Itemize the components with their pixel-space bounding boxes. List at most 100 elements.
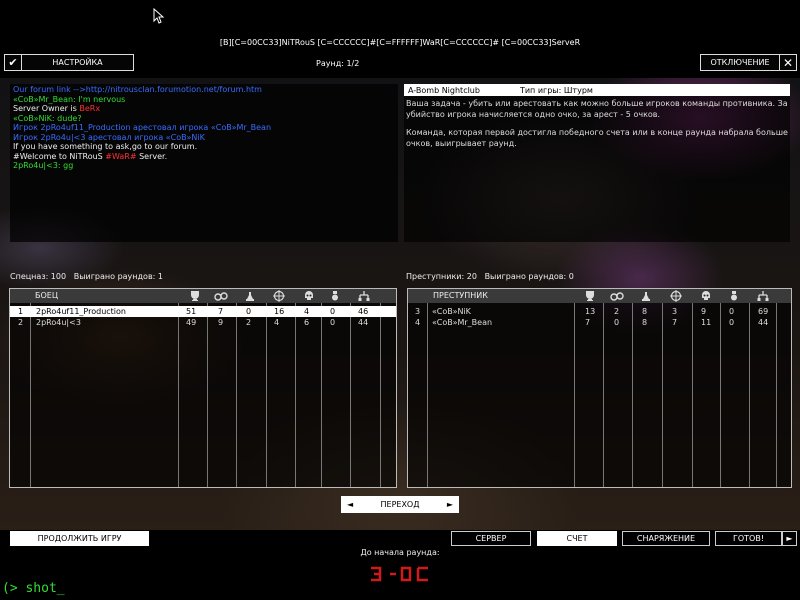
player-stat-s6: 0 (729, 307, 735, 316)
player-number: 4 (415, 318, 421, 327)
chat-segment: 2pRo4u|<3: gg (13, 161, 74, 170)
player-stat-s5: 4 (304, 307, 310, 316)
crosshair-icon[interactable] (272, 290, 286, 302)
switch-team-button[interactable]: ◄ ПЕРЕХОД ► (341, 496, 459, 513)
checkmark-icon: ✔ (5, 55, 22, 70)
player-stat-ping: 69 (758, 307, 769, 316)
chat-line: «CoB»Mr_Bean: I'm nervous (13, 95, 395, 105)
column-divider (321, 303, 322, 487)
chess-piece-icon[interactable] (639, 290, 653, 302)
player-stat-s4: 4 (274, 318, 280, 327)
server-tab-button[interactable]: СЕРВЕР (451, 531, 531, 546)
scoreboard-header: ПРЕСТУПНИК (408, 289, 791, 303)
team-left-summary: Спецназ: 100 Выиграно раундов: 1 (10, 272, 163, 281)
chat-segment: «CoB»NiK: dude? (13, 113, 82, 123)
column-divider (692, 303, 693, 487)
handcuffs-icon[interactable] (214, 290, 228, 302)
column-divider (207, 303, 208, 487)
chess-piece-icon[interactable] (243, 290, 257, 302)
score-tab-button[interactable]: СЧЕТ (537, 531, 617, 546)
close-icon[interactable]: ✕ (779, 55, 796, 70)
next-arrow-icon[interactable]: ► (447, 500, 453, 509)
column-divider (574, 303, 575, 487)
skull-icon[interactable] (699, 290, 713, 302)
server-title: [B][C=00CC33]NiTRouS [C=CCCCCC]#[C=FFFFF… (219, 38, 581, 47)
skull-icon[interactable] (302, 290, 316, 302)
player-row[interactable]: 3 «CoB»NiK 13 2 8 3 9 0 69 (408, 306, 791, 317)
scoreboard-right: ПРЕСТУПНИК 3 «CoB»NiK 13 2 8 3 9 0 69 4 «CoB»Mr_Bea… (407, 288, 792, 488)
console-prompt[interactable]: (> shot_ (2, 581, 65, 596)
chat-segment: If you have something to ask,go to our f… (13, 142, 198, 151)
chat-segment: Игрок 2pRo4u|<3 арестовал игрока «CoB»Ni… (13, 132, 205, 142)
network-icon[interactable] (756, 290, 770, 302)
disconnect-label: ОТКЛЮЧЕНИЕ (710, 58, 770, 67)
mouse-cursor-icon (153, 8, 165, 24)
disconnect-button[interactable]: ОТКЛЮЧЕНИЕ ✕ (700, 54, 797, 71)
settings-label: НАСТРОЙКА (52, 58, 103, 67)
player-stat-s2: 9 (218, 318, 224, 327)
switch-team-label: ПЕРЕХОД (380, 500, 420, 509)
map-info-panel: A-Bomb Nightclub Тип игры: Штурм Ваша за… (404, 84, 790, 242)
scoreboard-header: БОЕЦ (10, 289, 396, 303)
trophy-icon[interactable] (188, 290, 202, 302)
player-number: 1 (18, 307, 24, 316)
player-stat-score: 49 (186, 318, 197, 327)
chat-line: #Welcome to NiTRouS #WaR# Server. (13, 152, 395, 162)
crosshair-icon[interactable] (669, 290, 683, 302)
player-stat-score: 13 (585, 307, 596, 316)
player-stat-ping: 46 (358, 307, 369, 316)
team-left-rounds: Выиграно раундов: 1 (73, 272, 163, 281)
player-row[interactable]: 2 2pRo4u|<3 49 9 2 4 6 0 44 (10, 317, 396, 328)
player-name: «CoB»NiK (432, 307, 471, 316)
continue-game-button[interactable]: ПРОДОЛЖИТЬ ИГРУ (10, 531, 149, 546)
team-right-summary: Преступники: 20 Выиграно раундов: 0 (406, 272, 574, 281)
chat-line: Our forum link -->http://nitrousclan.for… (13, 85, 395, 95)
chat-segment: BeRx (79, 104, 101, 113)
ready-arrow-icon[interactable]: ► (782, 531, 797, 546)
chat-segment: #WaR# (105, 151, 137, 161)
equipment-tab-button[interactable]: СНАРЯЖЕНИЕ (622, 531, 710, 546)
team-left-score: Спецназ: 100 (10, 272, 67, 281)
player-stat-ping: 44 (358, 318, 369, 327)
medal-icon[interactable] (727, 290, 741, 302)
scoreboard-title: ПРЕСТУПНИК (433, 291, 488, 300)
medal-icon[interactable] (328, 290, 342, 302)
column-divider (720, 303, 721, 487)
player-stat-s2: 0 (614, 318, 620, 327)
column-divider (178, 303, 179, 487)
scoreboard-title: БОЕЦ (35, 291, 59, 300)
player-stat-s5: 9 (701, 307, 707, 316)
chat-segment: #Welcome to NiTRouS (13, 151, 106, 161)
player-stat-s5: 6 (304, 318, 310, 327)
column-divider (427, 303, 428, 487)
settings-button[interactable]: ✔ НАСТРОЙКА (4, 54, 134, 71)
ready-button[interactable]: ГОТОВ! (715, 531, 782, 546)
player-stat-s3: 0 (246, 307, 252, 316)
column-divider (662, 303, 663, 487)
player-stat-s4: 3 (672, 307, 678, 316)
scoreboard-left: БОЕЦ 1 2pRo4uf11_Production 51 7 0 16 4 0 46 2 2pRo… (9, 288, 397, 488)
column-divider (632, 303, 633, 487)
player-stat-s6: 0 (729, 318, 735, 327)
network-icon[interactable] (357, 290, 371, 302)
map-description: Ваша задача - убить или арестовать как м… (404, 96, 790, 149)
countdown-timer-digits (371, 566, 428, 582)
handcuffs-icon[interactable] (610, 290, 624, 302)
column-divider (776, 303, 777, 487)
chat-line: Server Owner is BeRx (13, 104, 395, 114)
player-number: 3 (415, 307, 421, 316)
chat-segment: Server. (136, 151, 168, 161)
player-stat-s2: 2 (614, 307, 620, 316)
column-divider (603, 303, 604, 487)
player-row[interactable]: 1 2pRo4uf11_Production 51 7 0 16 4 0 46 (10, 306, 396, 317)
chat-segment: «CoB»Mr_Bean: I'm nervous (13, 94, 126, 104)
player-name: 2pRo4uf11_Production (36, 307, 126, 316)
trophy-icon[interactable] (583, 290, 597, 302)
chat-line: Игрок 2pRo4u|<3 арестовал игрока «CoB»Ni… (13, 133, 395, 143)
game-type: Тип игры: Штурм (519, 85, 593, 95)
team-right-score: Преступники: 20 (406, 272, 477, 281)
column-divider (266, 303, 267, 487)
player-stat-s5: 11 (701, 318, 712, 327)
player-row[interactable]: 4 «CoB»Mr_Bean 7 0 8 7 11 0 44 (408, 317, 791, 328)
player-stat-s4: 7 (672, 318, 678, 327)
